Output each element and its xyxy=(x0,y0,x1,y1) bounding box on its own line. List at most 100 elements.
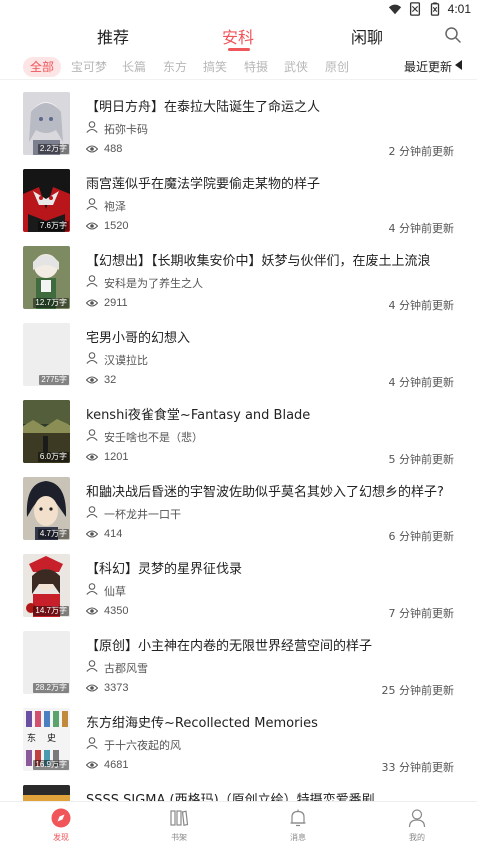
user-icon xyxy=(86,506,98,518)
story-title: 东方绀海史传~Recollected Memories xyxy=(86,716,318,731)
triangle-left-icon[interactable] xyxy=(455,60,463,70)
word-count-badge: 6.0万字 xyxy=(37,452,69,462)
view-count: 414 xyxy=(104,528,123,540)
list-item[interactable]: SSSS.SIGMA (西格玛)（原创立绘）特摄恋爱番剧 xyxy=(0,773,477,801)
story-title: SSSS.SIGMA (西格玛)（原创立绘）特摄恋爱番剧 xyxy=(86,793,375,801)
sort-dropdown[interactable]: 最近更新 xyxy=(404,58,452,75)
view-count: 488 xyxy=(104,143,123,155)
nav-bookshelf[interactable]: 书架 xyxy=(149,808,209,848)
author-name: 拓弥卡码 xyxy=(104,123,148,136)
user-icon xyxy=(86,121,98,133)
user-icon xyxy=(86,429,98,441)
bell-icon xyxy=(290,809,306,827)
user-icon xyxy=(86,737,98,749)
word-count-badge: 14.7万字 xyxy=(33,606,69,616)
status-bar: 4:01 xyxy=(0,0,477,18)
author-name: 一杯龙井一口干 xyxy=(104,508,181,521)
eye-icon xyxy=(86,222,98,230)
list-item[interactable]: 7.6万字 雨宫莲似乎在魔法学院要偷走某物的样子 袍泽 1520 4 分钟前更新 xyxy=(0,157,477,235)
cover-image: 东 史 16.9万字 xyxy=(23,708,70,771)
list-item[interactable]: 14.7万字 【科幻】灵梦的星界征伐录 仙草 4350 7 分钟前更新 xyxy=(0,542,477,620)
nav-label: 我的 xyxy=(409,833,425,842)
category-wuxia[interactable]: 武侠 xyxy=(280,57,312,77)
bookshelf-icon xyxy=(170,810,189,827)
view-count: 4681 xyxy=(104,759,129,771)
user-icon xyxy=(86,352,98,364)
user-icon xyxy=(408,809,426,828)
author-name: 仙草 xyxy=(104,585,126,598)
eye-icon xyxy=(86,299,98,307)
bottom-nav: 发现 书架 消息 我的 xyxy=(0,801,477,848)
story-title: 宅男小哥的幻想入 xyxy=(86,331,191,346)
eye-icon xyxy=(86,761,98,769)
word-count-badge: 2775字 xyxy=(39,375,69,385)
story-title: 【明日方舟】在泰拉大陆诞生了命运之人 xyxy=(86,100,321,115)
view-count: 32 xyxy=(104,374,117,386)
list-item[interactable]: 2.2万字 【明日方舟】在泰拉大陆诞生了命运之人 拓弥卡码 488 2 分钟前更… xyxy=(0,80,477,158)
story-title: 【原创】小主神在内卷的无限世界经营空间的样子 xyxy=(86,639,373,654)
eye-icon xyxy=(86,684,98,692)
word-count-badge: 28.2万字 xyxy=(33,683,69,693)
list-item[interactable]: 东 史 16.9万字 东方绀海史传~Recollected Memories 于… xyxy=(0,696,477,774)
user-icon xyxy=(86,275,98,287)
user-icon xyxy=(86,198,98,210)
top-tabs: 推荐 安科 闲聊 xyxy=(0,18,477,54)
nav-label: 消息 xyxy=(290,833,306,842)
tab-anke[interactable]: 安科 xyxy=(222,24,254,48)
word-count-badge: 7.6万字 xyxy=(37,221,69,231)
cover-image: 28.2万字 xyxy=(23,631,70,694)
list-item[interactable]: 12.7万字 【幻想出】【长期收集安价中】妖梦与伙伴们，在废土上流浪 安科是为了… xyxy=(0,234,477,312)
list-item[interactable]: 2775字 宅男小哥的幻想入 汉谟拉比 32 4 分钟前更新 xyxy=(0,311,477,389)
battery-icon xyxy=(430,2,439,16)
category-touhou[interactable]: 东方 xyxy=(159,57,191,77)
view-count: 3373 xyxy=(104,682,129,694)
wifi-icon xyxy=(388,4,401,15)
author-name: 安壬啥也不是（悲） xyxy=(104,431,203,444)
list-item[interactable]: 28.2万字 【原创】小主神在内卷的无限世界经营空间的样子 古郡风雪 3373 … xyxy=(0,619,477,697)
category-funny[interactable]: 搞笑 xyxy=(199,57,231,77)
cover-image xyxy=(23,785,70,801)
view-count: 1201 xyxy=(104,451,129,463)
category-long[interactable]: 长篇 xyxy=(118,57,150,77)
tab-chat[interactable]: 闲聊 xyxy=(351,24,383,48)
search-icon[interactable] xyxy=(444,26,462,44)
cover-image: 4.7万字 xyxy=(23,477,70,540)
category-filter-row: 全部 宝可梦 长篇 东方 搞笑 特摄 武侠 原创 最近更新 xyxy=(0,56,477,78)
sim-no-signal-icon xyxy=(409,2,420,16)
cover-image: 7.6万字 xyxy=(23,169,70,232)
view-count: 2911 xyxy=(104,297,128,309)
cover-image: 6.0万字 xyxy=(23,400,70,463)
list-item[interactable]: 4.7万字 和鼬决战后昏迷的宇智波佐助似乎莫名其妙入了幻想乡的样子? 一杯龙井一… xyxy=(0,465,477,543)
list-item[interactable]: 6.0万字 kenshi夜雀食堂~Fantasy and Blade 安壬啥也不… xyxy=(0,388,477,466)
eye-icon xyxy=(86,453,98,461)
story-title: 雨宫莲似乎在魔法学院要偷走某物的样子 xyxy=(86,177,321,192)
status-time: 4:01 xyxy=(447,2,471,16)
category-pokemon[interactable]: 宝可梦 xyxy=(67,57,111,77)
author-name: 安科是为了养生之人 xyxy=(104,277,203,290)
eye-icon xyxy=(86,376,98,384)
story-title: 【科幻】灵梦的星界征伐录 xyxy=(86,562,243,577)
view-count: 1520 xyxy=(104,220,129,232)
word-count-badge: 16.9万字 xyxy=(33,760,69,770)
user-icon xyxy=(86,583,98,595)
nav-label: 发现 xyxy=(53,833,69,842)
nav-profile[interactable]: 我的 xyxy=(387,808,447,848)
category-all[interactable]: 全部 xyxy=(23,57,62,77)
author-name: 袍泽 xyxy=(104,200,126,213)
view-count: 4350 xyxy=(104,605,129,617)
cover-image: 2775字 xyxy=(23,323,70,386)
author-name: 汉谟拉比 xyxy=(104,354,148,367)
word-count-badge: 4.7万字 xyxy=(37,529,69,539)
nav-discover[interactable]: 发现 xyxy=(31,808,91,848)
cover-image: 2.2万字 xyxy=(23,92,70,155)
story-title: kenshi夜雀食堂~Fantasy and Blade xyxy=(86,408,311,423)
category-tokusatsu[interactable]: 特摄 xyxy=(240,57,272,77)
active-tab-indicator xyxy=(228,48,250,51)
cover-art xyxy=(23,785,70,801)
story-title: 【幻想出】【长期收集安价中】妖梦与伙伴们，在废土上流浪 xyxy=(86,254,431,269)
category-original[interactable]: 原创 xyxy=(321,57,353,77)
tab-recommend[interactable]: 推荐 xyxy=(97,24,129,48)
nav-messages[interactable]: 消息 xyxy=(268,808,328,848)
compass-icon xyxy=(51,808,71,828)
author-name: 于十六夜起的风 xyxy=(104,739,181,752)
